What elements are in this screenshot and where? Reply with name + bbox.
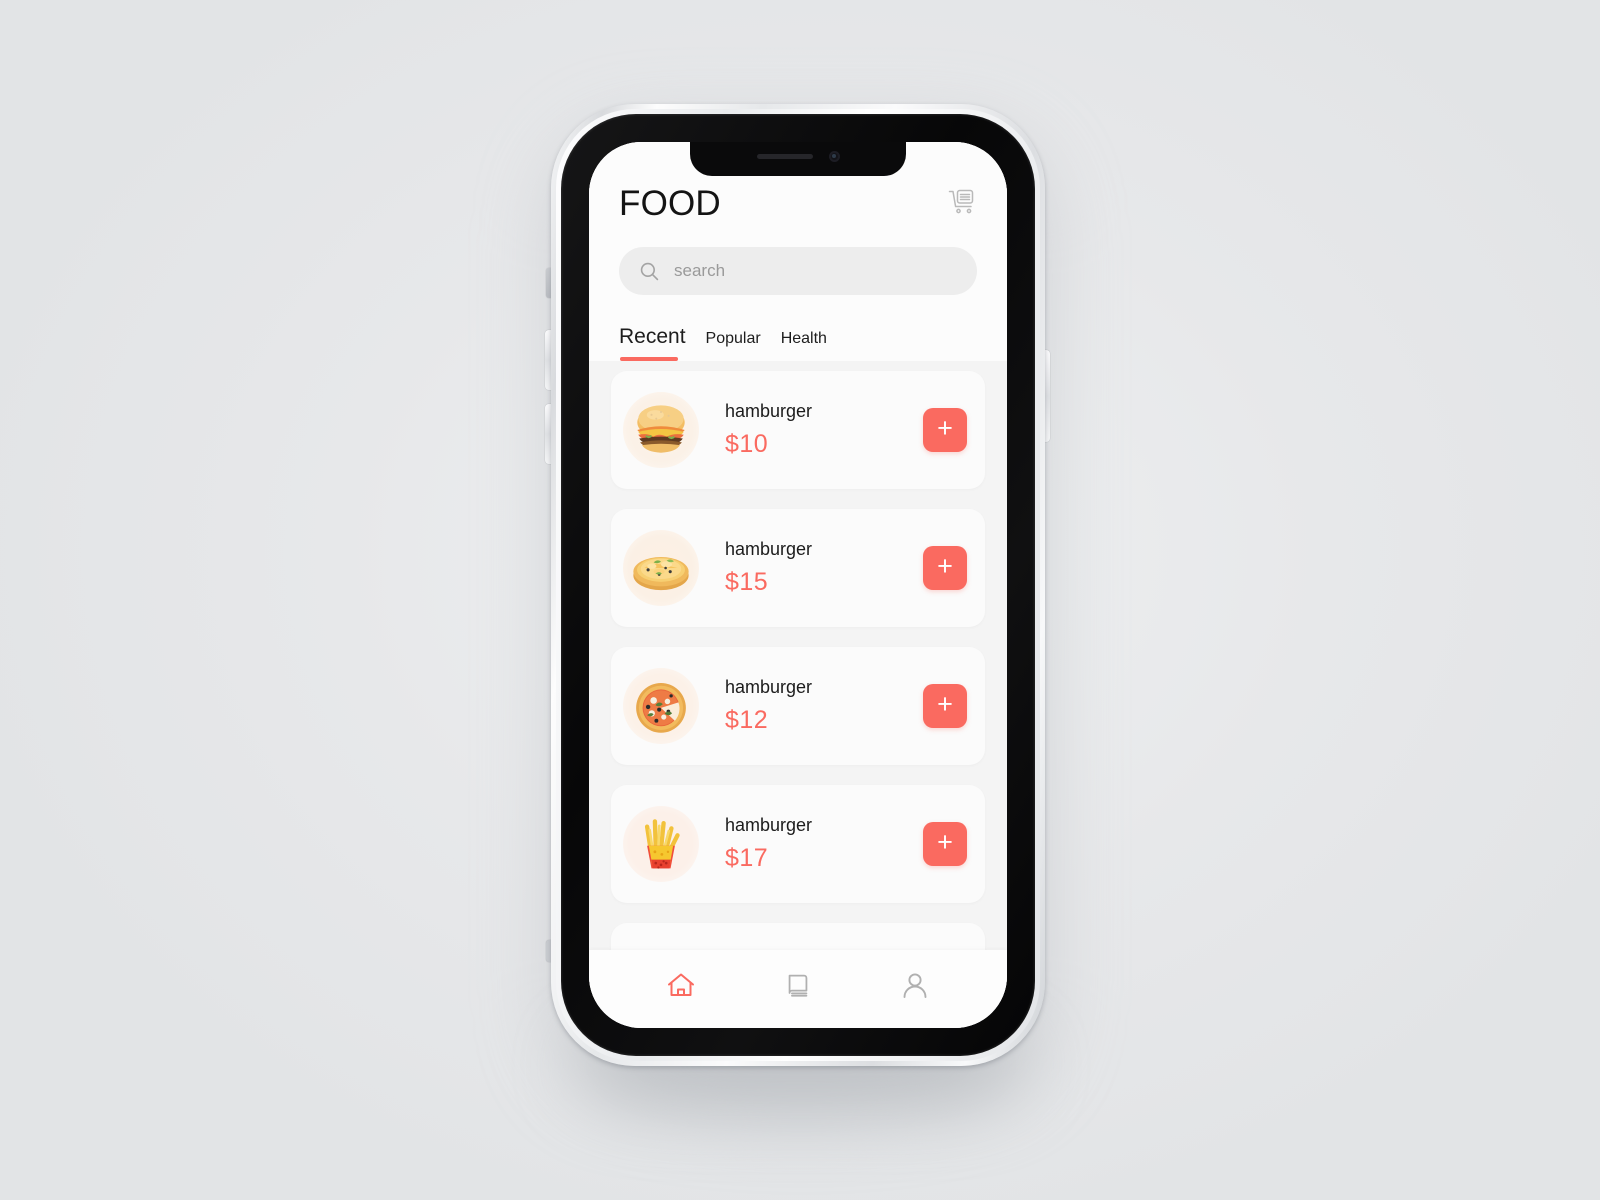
add-to-cart-button[interactable]: +	[923, 684, 967, 728]
list-item-partial[interactable]	[611, 923, 985, 950]
category-tabs: Recent Popular Health	[619, 325, 977, 361]
notch	[690, 142, 906, 176]
tab-recent[interactable]: Recent	[619, 325, 686, 361]
food-list[interactable]: hamburger $10 + hamburger $15 + hamburge…	[589, 361, 1007, 950]
item-details: hamburger $12	[699, 677, 923, 735]
plus-icon: +	[937, 551, 953, 581]
list-item[interactable]: hamburger $17 +	[611, 785, 985, 903]
shopping-cart-icon[interactable]	[947, 188, 977, 218]
list-item[interactable]: hamburger $15 +	[611, 509, 985, 627]
earpiece-speaker-icon	[756, 154, 813, 159]
add-to-cart-button[interactable]: +	[923, 408, 967, 452]
nav-item-profile[interactable]	[880, 961, 950, 1009]
phone-device: FOOD search Recent Popular Health hambur…	[551, 104, 1045, 1066]
item-name: hamburger	[725, 401, 813, 421]
pizza-image	[623, 668, 699, 744]
tab-health[interactable]: Health	[781, 330, 827, 360]
book-icon	[783, 970, 813, 1000]
hamburger-image	[623, 392, 699, 468]
item-name: hamburger	[725, 815, 813, 835]
bottom-navigation	[589, 950, 1007, 1028]
plus-icon: +	[937, 827, 953, 857]
item-details: hamburger $17	[699, 815, 923, 873]
item-price: $15	[725, 568, 769, 596]
search-placeholder: search	[674, 261, 726, 280]
add-to-cart-button[interactable]: +	[923, 822, 967, 866]
item-price: $17	[725, 844, 769, 872]
item-name: hamburger	[725, 539, 813, 559]
add-to-cart-button[interactable]: +	[923, 546, 967, 590]
plus-icon: +	[937, 689, 953, 719]
item-price: $10	[725, 430, 769, 458]
page-title: FOOD	[619, 184, 721, 223]
list-item[interactable]: hamburger $10 +	[611, 371, 985, 489]
food-app: FOOD search Recent Popular Health hambur…	[589, 142, 1007, 1028]
phone-bezel: FOOD search Recent Popular Health hambur…	[561, 114, 1035, 1056]
title-row: FOOD	[619, 186, 977, 221]
item-price: $12	[725, 706, 769, 734]
front-camera-icon	[828, 151, 840, 162]
list-item[interactable]: hamburger $12 +	[611, 647, 985, 765]
person-icon	[899, 969, 931, 1001]
nav-item-home[interactable]	[646, 961, 716, 1009]
item-name: hamburger	[725, 677, 813, 697]
pasta-pizza-image	[623, 530, 699, 606]
item-details: hamburger $10	[699, 401, 923, 459]
plus-icon: +	[937, 413, 953, 443]
tab-popular[interactable]: Popular	[706, 330, 761, 360]
home-icon	[665, 969, 697, 1001]
fries-image	[623, 806, 699, 882]
scene: FOOD search Recent Popular Health hambur…	[0, 0, 1600, 1200]
search-input[interactable]: search	[619, 247, 977, 295]
phone-screen: FOOD search Recent Popular Health hambur…	[589, 142, 1007, 1028]
item-details: hamburger $15	[699, 539, 923, 597]
search-icon	[639, 261, 660, 282]
nav-item-menu[interactable]	[763, 961, 833, 1009]
